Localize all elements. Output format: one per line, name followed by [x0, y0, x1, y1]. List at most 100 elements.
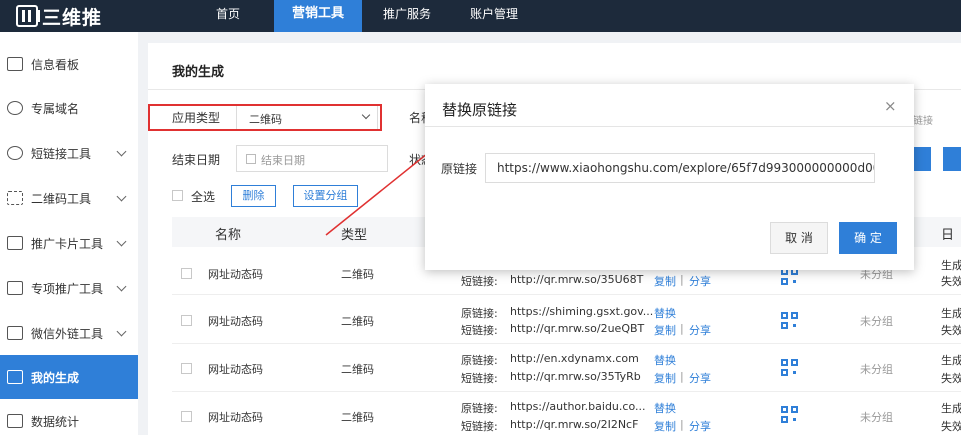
sidebar-item-promo[interactable]: 专项推广工具 [0, 266, 138, 310]
row-date-created: 生成 [941, 259, 961, 272]
row-group: 未分组 [860, 411, 893, 424]
row-date-expire: 失效 [941, 372, 961, 385]
sidebar-item-card[interactable]: 推广卡片工具 [0, 221, 138, 265]
sidebar-item-wechat-link[interactable]: 微信外链工具 [0, 311, 138, 355]
promo-icon [7, 281, 23, 295]
separator: | [680, 370, 684, 383]
short-link-url[interactable]: http://qr.mrw.so/2ueQBT [510, 322, 644, 335]
qrcode-icon [7, 191, 23, 205]
qrcode-icon[interactable] [781, 312, 798, 329]
row-date-expire: 失效 [941, 324, 961, 337]
sidebar-item-label: 微信外链工具 [31, 326, 104, 341]
row-checkbox[interactable] [181, 411, 192, 422]
dialog-title: 替换原链接 [442, 101, 518, 119]
end-date-input[interactable]: 结束日期 [236, 145, 388, 172]
divider [425, 126, 914, 127]
row-name: 网址动态码 [208, 363, 263, 376]
qrcode-icon[interactable] [781, 268, 798, 285]
short-link-label: 短链接: [461, 324, 498, 337]
nav-account[interactable]: 账户管理 [463, 0, 525, 32]
row-name: 网址动态码 [208, 268, 263, 281]
orig-link-url[interactable]: https://shiming.gsxt.gov... [510, 305, 653, 318]
row-date-created: 生成 [941, 402, 961, 415]
dashboard-icon [7, 57, 23, 71]
row-type: 二维码 [341, 363, 374, 376]
top-navbar: 三维推 首页 营销工具 推广服务 账户管理 [0, 0, 961, 32]
share-link[interactable]: 分享 [689, 322, 711, 338]
nav-promo-services[interactable]: 推广服务 [376, 0, 438, 32]
chart-icon [7, 414, 23, 428]
separator: | [680, 273, 684, 286]
row-name: 网址动态码 [208, 411, 263, 424]
replace-link[interactable]: 替换 [654, 400, 676, 416]
sidebar-item-label: 短链接工具 [31, 146, 92, 161]
sidebar-item-label: 推广卡片工具 [31, 236, 104, 251]
sidebar-item-label: 信息看板 [31, 57, 80, 72]
select-all-label: 全选 [191, 190, 216, 204]
delete-button[interactable]: 删除 [231, 185, 276, 207]
qrcode-icon[interactable] [781, 359, 798, 376]
cancel-button[interactable]: 取 消 [770, 222, 828, 254]
row-name: 网址动态码 [208, 315, 263, 328]
short-link-url[interactable]: http://qr.mrw.so/35U68T [510, 273, 643, 286]
calendar-icon [246, 154, 256, 164]
copy-link[interactable]: 复制 [654, 370, 676, 386]
row-type: 二维码 [341, 268, 374, 281]
row-date-expire: 失效 [941, 275, 961, 288]
sidebar-item-statistics[interactable]: 数据统计 [0, 399, 138, 435]
search-button[interactable] [914, 147, 931, 171]
sidebar-item-label: 二维码工具 [31, 191, 92, 206]
qrcode-icon[interactable] [781, 406, 798, 423]
page-title: 我的生成 [172, 65, 225, 80]
row-checkbox[interactable] [181, 268, 192, 279]
copy-link[interactable]: 复制 [654, 322, 676, 338]
search-placeholder-partial: 链接 [913, 116, 933, 127]
sidebar-item-domain[interactable]: 专属域名 [0, 86, 138, 130]
end-date-label: 结束日期 [172, 153, 221, 167]
row-checkbox[interactable] [181, 315, 192, 326]
row-date-created: 生成 [941, 354, 961, 367]
chevron-down-icon [116, 146, 127, 157]
separator: | [680, 322, 684, 335]
share-link[interactable]: 分享 [689, 273, 711, 289]
row-group: 未分组 [860, 363, 893, 376]
brand-name: 三维推 [42, 6, 103, 29]
short-link-label: 短链接: [461, 372, 498, 385]
set-group-button[interactable]: 设置分组 [293, 185, 358, 207]
reset-button[interactable] [943, 147, 961, 171]
wechat-link-icon [7, 326, 23, 340]
share-link[interactable]: 分享 [689, 370, 711, 386]
row-checkbox[interactable] [181, 363, 192, 374]
confirm-button[interactable]: 确 定 [839, 222, 897, 254]
row-type: 二维码 [341, 411, 374, 424]
nav-home[interactable]: 首页 [203, 0, 253, 32]
copy-link[interactable]: 复制 [654, 273, 676, 289]
short-link-url[interactable]: http://qr.mrw.so/2I2NcF [510, 418, 638, 431]
share-link[interactable]: 分享 [689, 418, 711, 434]
replace-link[interactable]: 替换 [654, 305, 676, 321]
chevron-down-icon [116, 236, 127, 247]
select-all-checkbox[interactable] [172, 190, 183, 201]
logo-icon [16, 5, 40, 27]
nav-marketing-tools[interactable]: 营销工具 [274, 0, 362, 32]
row-group: 未分组 [860, 315, 893, 328]
row-date-created: 生成 [941, 307, 961, 320]
brand-logo[interactable]: 三维推 [16, 3, 102, 29]
sidebar-item-label: 专属域名 [31, 101, 80, 116]
row-date-expire: 失效 [941, 420, 961, 433]
sidebar-item-qrcode[interactable]: 二维码工具 [0, 176, 138, 220]
card-icon [7, 236, 23, 250]
sidebar-item-my-generated[interactable]: 我的生成 [0, 355, 138, 399]
short-link-url[interactable]: http://qr.mrw.so/35TyRb [510, 370, 641, 383]
sidebar-item-dashboard[interactable]: 信息看板 [0, 42, 138, 86]
close-icon[interactable]: × [884, 97, 897, 115]
replace-link-dialog: 替换原链接 × 原链接 https://www.xiaohongshu.com/… [425, 84, 914, 270]
original-link-input[interactable]: https://www.xiaohongshu.com/explore/65f7… [485, 153, 875, 183]
table-row [172, 296, 961, 344]
orig-link-url[interactable]: https://author.baidu.co... [510, 400, 645, 413]
replace-link[interactable]: 替换 [654, 352, 676, 368]
sidebar-item-short-link[interactable]: 短链接工具 [0, 131, 138, 175]
copy-link[interactable]: 复制 [654, 418, 676, 434]
orig-link-label: 原链接: [461, 307, 498, 320]
orig-link-url[interactable]: http://en.xdynamx.com [510, 352, 639, 365]
